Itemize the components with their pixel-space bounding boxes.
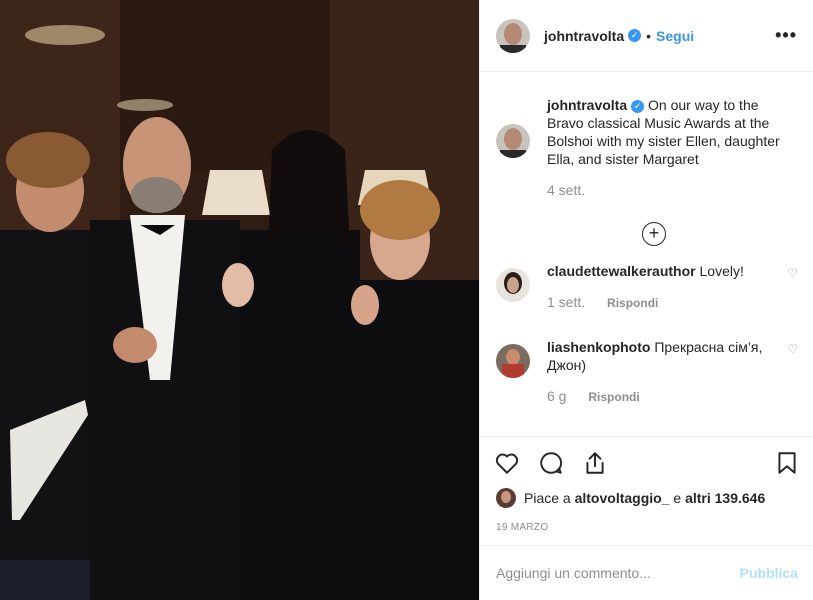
post-side-panel: johntravolta ✓ • Segui ••• johntravolta ✓…: [479, 0, 813, 600]
follow-button[interactable]: Segui: [656, 28, 694, 44]
caption-body: johntravolta ✓ On our way to the Bravo cl…: [547, 96, 797, 168]
caption-avatar[interactable]: [496, 124, 530, 158]
action-bar: [480, 436, 813, 488]
bookmark-icon[interactable]: [774, 450, 800, 476]
share-icon[interactable]: [582, 450, 608, 476]
reply-button[interactable]: Rispondi: [588, 390, 639, 404]
reply-button[interactable]: Rispondi: [607, 296, 658, 310]
publish-button[interactable]: Pubblica: [740, 565, 798, 581]
comment-text: Lovely!: [699, 263, 744, 279]
post-caption: johntravolta ✓ On our way to the Bravo cl…: [496, 96, 797, 198]
author-username[interactable]: johntravolta: [544, 28, 624, 44]
comment-time[interactable]: 1 sett.: [547, 294, 585, 310]
comments-section: johntravolta ✓ On our way to the Bravo cl…: [480, 72, 813, 436]
comment-item: liashenkophoto Прекрасна сім’я, Джон) 6 …: [496, 338, 798, 404]
comment-input[interactable]: [496, 565, 740, 581]
author-avatar[interactable]: [496, 18, 530, 53]
comment-like-heart-icon[interactable]: ♡: [787, 342, 798, 356]
photo-illustration: [0, 0, 479, 600]
verified-icon: ✓: [631, 100, 645, 113]
liker-username[interactable]: altovoltaggio_: [575, 490, 670, 506]
liker-avatar[interactable]: [496, 488, 516, 508]
verified-icon: ✓: [628, 29, 642, 42]
comment-meta: 6 g Rispondi: [547, 388, 777, 404]
post-date[interactable]: 19 MARZO: [496, 522, 548, 533]
more-icon[interactable]: •••: [775, 25, 797, 46]
comment-time[interactable]: 6 g: [547, 388, 566, 404]
post-photo[interactable]: [0, 0, 479, 600]
comment-body: claudettewalkerauthor Lovely!: [547, 262, 777, 280]
comment-icon[interactable]: [538, 450, 564, 476]
likes-summary: Piace a altovoltaggio_ e altri 139.646: [496, 488, 765, 508]
plus-circle-icon[interactable]: +: [642, 222, 666, 246]
commenter-avatar[interactable]: [496, 268, 530, 302]
comment-item: claudettewalkerauthor Lovely! 1 sett. Ri…: [496, 262, 798, 310]
caption-username[interactable]: johntravolta: [547, 97, 627, 113]
comment-body: liashenkophoto Прекрасна сім’я, Джон): [547, 338, 777, 374]
separator-dot: •: [646, 27, 652, 44]
heart-icon[interactable]: [494, 450, 520, 476]
comment-username[interactable]: claudettewalkerauthor: [547, 263, 696, 279]
comment-username[interactable]: liashenkophoto: [547, 339, 650, 355]
commenter-avatar[interactable]: [496, 344, 530, 378]
post-header: johntravolta ✓ • Segui •••: [480, 0, 813, 72]
add-comment-bar: Pubblica: [480, 545, 813, 600]
likes-count[interactable]: altri 139.646: [685, 490, 765, 506]
comment-meta: 1 sett. Rispondi: [547, 294, 777, 310]
caption-time[interactable]: 4 sett.: [547, 182, 797, 198]
likes-prefix: Piace a: [524, 490, 571, 506]
likes-middle: e: [673, 490, 682, 506]
comment-like-heart-icon[interactable]: ♡: [787, 266, 798, 280]
